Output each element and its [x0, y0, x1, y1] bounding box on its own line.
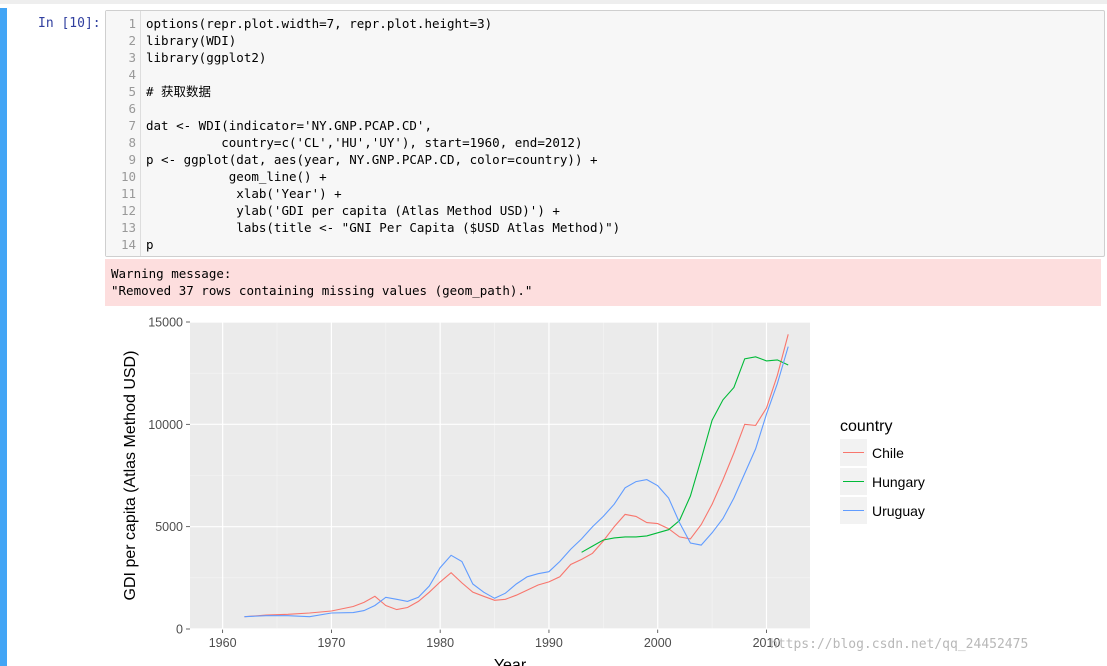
x-tick-label: 1960 — [209, 636, 237, 650]
line-number: 6 — [128, 101, 136, 116]
x-tick-label: 1970 — [317, 636, 345, 650]
y-axis-label: GDI per capita (Atlas Method USD) — [122, 351, 139, 601]
warning-title: Warning message: — [111, 266, 232, 281]
code-line: labs(title <- "GNI Per Capita ($USD Atla… — [146, 220, 621, 235]
warning-output: Warning message: "Removed 37 rows contai… — [105, 259, 1101, 306]
watermark-text: https://blog.csdn.net/qq_24452475 — [770, 637, 1029, 652]
x-tick-label: 1980 — [426, 636, 454, 650]
line-number: 7 — [128, 118, 136, 133]
line-number: 10 — [120, 169, 136, 184]
line-number: 1 — [128, 16, 136, 31]
warning-message: "Removed 37 rows containing missing valu… — [111, 283, 533, 298]
y-tick-label: 10000 — [148, 418, 183, 432]
legend: country Chile Hungary Uruguay — [840, 418, 925, 524]
legend-title: country — [840, 418, 892, 435]
legend-label-chile: Chile — [872, 445, 904, 461]
code-line: p <- ggplot(dat, aes(year, NY.GNP.PCAP.C… — [146, 152, 598, 167]
line-number: 9 — [128, 152, 136, 167]
code-line: geom_line() + — [146, 169, 327, 184]
code-line: # 获取数据 — [146, 84, 212, 99]
code-line: country=c('CL','HU','UY'), start=1960, e… — [146, 135, 583, 150]
x-tick-label: 1990 — [535, 636, 563, 650]
line-number: 2 — [128, 33, 136, 48]
top-border — [0, 0, 1107, 4]
code-line: library(WDI) — [146, 33, 237, 48]
line-number: 12 — [120, 203, 136, 218]
code-line: ylab('GDI per capita (Atlas Method USD)'… — [146, 203, 560, 218]
line-number: 13 — [120, 220, 136, 235]
line-number-gutter: 1 2 3 4 5 6 7 8 9 10 11 12 13 14 — [106, 11, 141, 256]
y-tick-label: 0 — [176, 623, 183, 637]
line-number: 11 — [120, 186, 136, 201]
line-number: 5 — [128, 84, 136, 99]
code-line: library(ggplot2) — [146, 50, 267, 65]
code-line: xlab('Year') + — [146, 186, 342, 201]
legend-label-uruguay: Uruguay — [872, 503, 925, 519]
y-tick-label: 15000 — [148, 316, 183, 330]
selected-cell-indicator — [0, 8, 7, 666]
legend-label-hungary: Hungary — [872, 474, 925, 490]
y-tick-label: 5000 — [155, 520, 183, 534]
code-line: options(repr.plot.width=7, repr.plot.hei… — [146, 16, 493, 31]
line-number: 14 — [120, 237, 136, 252]
line-number: 4 — [128, 67, 136, 82]
line-number: 8 — [128, 135, 136, 150]
line-number: 3 — [128, 50, 136, 65]
code-line: p — [146, 237, 154, 252]
code-line: dat <- WDI(indicator='NY.GNP.PCAP.CD', — [146, 118, 432, 133]
code-editor[interactable]: 1 2 3 4 5 6 7 8 9 10 11 12 13 14 options(repr.plot.wi… — [105, 10, 1105, 257]
line-chart: 1960 1970 1980 1990 2000 2010050001000015000Y… — [122, 316, 925, 666]
x-tick-label: 2000 — [644, 636, 672, 650]
input-prompt: In [10]: — [38, 16, 101, 31]
x-axis-label: Year — [494, 657, 527, 666]
